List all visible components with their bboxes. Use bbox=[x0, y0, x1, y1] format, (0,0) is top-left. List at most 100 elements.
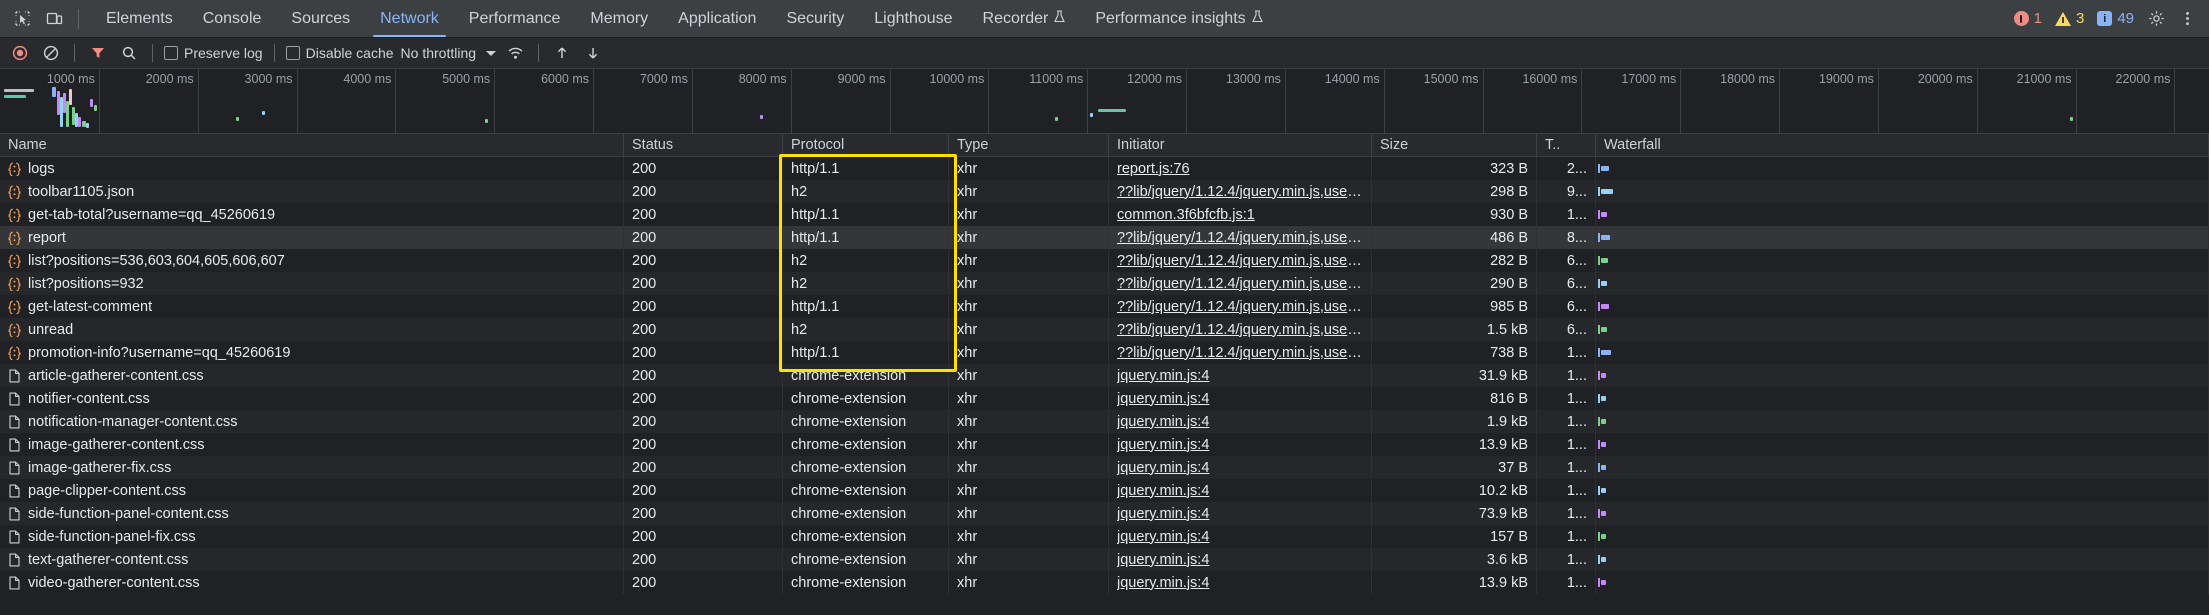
tab-memory[interactable]: Memory bbox=[575, 0, 663, 37]
initiator-link[interactable]: ??lib/jquery/1.12.4/jquery.min.js,user-t… bbox=[1117, 230, 1363, 246]
warning-count-badge[interactable]: 3 bbox=[2050, 10, 2089, 27]
cell-name[interactable]: list?positions=536,603,604,605,606,607 bbox=[0, 249, 624, 272]
clear-icon[interactable] bbox=[39, 42, 63, 64]
cell-name[interactable]: image-gatherer-fix.css bbox=[0, 456, 624, 479]
table-row[interactable]: logs 200 http/1.1 xhr report.js:76 323 B 2... bbox=[0, 156, 2209, 180]
table-row[interactable]: article-gatherer-content.css 200 chrome-ex… bbox=[0, 364, 2209, 387]
cell-initiator[interactable]: ??lib/jquery/1.12.4/jquery.min.js,user-t… bbox=[1108, 226, 1372, 249]
cell-name[interactable]: toolbar1105.json bbox=[0, 180, 624, 203]
more-options-icon[interactable] bbox=[2173, 6, 2201, 32]
column-header-initiator[interactable]: Initiator bbox=[1108, 134, 1372, 157]
info-count-badge[interactable]: i 49 bbox=[2092, 10, 2139, 27]
cell-name[interactable]: text-gatherer-content.css bbox=[0, 548, 624, 571]
column-header-type[interactable]: Type bbox=[948, 134, 1109, 157]
table-row[interactable]: text-gatherer-content.css 200 chrome-exten… bbox=[0, 548, 2209, 571]
cell-initiator[interactable]: jquery.min.js:4 bbox=[1108, 410, 1372, 433]
cell-name[interactable]: page-clipper-content.css bbox=[0, 479, 624, 502]
table-row[interactable]: unread 200 h2 xhr ??lib/jquery/1.12.4/jquery… bbox=[0, 318, 2209, 341]
table-row[interactable]: video-gatherer-content.css 200 chrome-exte… bbox=[0, 571, 2209, 594]
cell-name[interactable]: video-gatherer-content.css bbox=[0, 571, 624, 594]
cell-initiator[interactable]: jquery.min.js:4 bbox=[1108, 479, 1372, 502]
table-row[interactable]: side-function-panel-content.css 200 chrome… bbox=[0, 502, 2209, 525]
table-row[interactable]: list?positions=932 200 h2 xhr ??lib/jquery/1… bbox=[0, 272, 2209, 295]
initiator-link[interactable]: jquery.min.js:4 bbox=[1117, 575, 1363, 591]
initiator-link[interactable]: jquery.min.js:4 bbox=[1117, 437, 1363, 453]
table-row[interactable]: side-function-panel-fix.css 200 chrome-ext… bbox=[0, 525, 2209, 548]
tab-lighthouse[interactable]: Lighthouse bbox=[859, 0, 967, 37]
table-row[interactable]: image-gatherer-fix.css 200 chrome-extensio… bbox=[0, 456, 2209, 479]
column-header-time[interactable]: T.. bbox=[1536, 134, 1596, 157]
export-har-icon[interactable] bbox=[581, 42, 605, 64]
cell-initiator[interactable]: jquery.min.js:4 bbox=[1108, 502, 1372, 525]
initiator-link[interactable]: jquery.min.js:4 bbox=[1117, 506, 1363, 522]
column-header-protocol[interactable]: Protocol bbox=[782, 134, 949, 157]
tab-performance-insights[interactable]: Performance insights bbox=[1080, 0, 1277, 37]
initiator-link[interactable]: ??lib/jquery/1.12.4/jquery.min.js,user-t… bbox=[1117, 322, 1363, 338]
table-row[interactable]: page-clipper-content.css 200 chrome-extens… bbox=[0, 479, 2209, 502]
table-row[interactable]: notifier-content.css 200 chrome-extension x… bbox=[0, 387, 2209, 410]
tab-network[interactable]: Network bbox=[365, 0, 454, 37]
settings-gear-icon[interactable] bbox=[2142, 6, 2170, 32]
initiator-link[interactable]: common.3f6bfcfb.js:1 bbox=[1117, 207, 1363, 223]
tab-application[interactable]: Application bbox=[663, 0, 771, 37]
tab-performance[interactable]: Performance bbox=[454, 0, 576, 37]
tab-console[interactable]: Console bbox=[188, 0, 277, 37]
tab-recorder[interactable]: Recorder bbox=[968, 0, 1081, 37]
table-row[interactable]: get-latest-comment 200 http/1.1 xhr ??lib/jq… bbox=[0, 295, 2209, 318]
cell-initiator[interactable]: jquery.min.js:4 bbox=[1108, 364, 1372, 387]
cell-initiator[interactable]: jquery.min.js:4 bbox=[1108, 456, 1372, 479]
cell-name[interactable]: notification-manager-content.css bbox=[0, 410, 624, 433]
cell-name[interactable]: notifier-content.css bbox=[0, 387, 624, 410]
initiator-link[interactable]: ??lib/jquery/1.12.4/jquery.min.js,user-t… bbox=[1117, 253, 1363, 269]
initiator-link[interactable]: report.js:76 bbox=[1117, 161, 1363, 177]
initiator-link[interactable]: jquery.min.js:4 bbox=[1117, 368, 1363, 384]
table-row[interactable]: toolbar1105.json 200 h2 xhr ??lib/jquery/1.1… bbox=[0, 180, 2209, 203]
initiator-link[interactable]: jquery.min.js:4 bbox=[1117, 529, 1363, 545]
network-conditions-icon[interactable] bbox=[503, 42, 527, 64]
cell-initiator[interactable]: ??lib/jquery/1.12.4/jquery.min.js,user-t… bbox=[1108, 249, 1372, 272]
throttling-select[interactable]: No throttling bbox=[401, 45, 497, 61]
import-har-icon[interactable] bbox=[550, 42, 574, 64]
tab-security[interactable]: Security bbox=[771, 0, 859, 37]
inspect-element-icon[interactable] bbox=[8, 6, 36, 32]
cell-name[interactable]: list?positions=932 bbox=[0, 272, 624, 295]
cell-name[interactable]: side-function-panel-content.css bbox=[0, 502, 624, 525]
column-header-waterfall[interactable]: Waterfall bbox=[1595, 134, 2209, 157]
network-overview-timeline[interactable]: 1000 ms 2000 ms 3000 ms 4000 ms 5000 ms 6000 … bbox=[0, 69, 2209, 134]
cell-initiator[interactable]: report.js:76 bbox=[1108, 156, 1372, 180]
cell-initiator[interactable]: jquery.min.js:4 bbox=[1108, 387, 1372, 410]
cell-initiator[interactable]: ??lib/jquery/1.12.4/jquery.min.js,user-t… bbox=[1108, 272, 1372, 295]
cell-name[interactable]: side-function-panel-fix.css bbox=[0, 525, 624, 548]
filter-icon[interactable] bbox=[86, 42, 110, 64]
tab-sources[interactable]: Sources bbox=[276, 0, 365, 37]
table-row[interactable]: list?positions=536,603,604,605,606,607 20… bbox=[0, 249, 2209, 272]
table-row[interactable]: image-gatherer-content.css 200 chrome-exte… bbox=[0, 433, 2209, 456]
table-row[interactable]: report 200 http/1.1 xhr ??lib/jquery/1.12.4/… bbox=[0, 226, 2209, 249]
cell-initiator[interactable]: jquery.min.js:4 bbox=[1108, 548, 1372, 571]
initiator-link[interactable]: ??lib/jquery/1.12.4/jquery.min.js,user-t… bbox=[1117, 345, 1363, 361]
initiator-link[interactable]: jquery.min.js:4 bbox=[1117, 391, 1363, 407]
initiator-link[interactable]: jquery.min.js:4 bbox=[1117, 460, 1363, 476]
initiator-link[interactable]: ??lib/jquery/1.12.4/jquery.min.js,user-t… bbox=[1117, 184, 1363, 200]
table-row[interactable]: promotion-info?username=qq_45260619 200 ht… bbox=[0, 341, 2209, 364]
cell-initiator[interactable]: jquery.min.js:4 bbox=[1108, 571, 1372, 594]
table-row[interactable]: notification-manager-content.css 200 chrom… bbox=[0, 410, 2209, 433]
device-toolbar-icon[interactable] bbox=[40, 6, 68, 32]
initiator-link[interactable]: ??lib/jquery/1.12.4/jquery.min.js,user-t… bbox=[1117, 299, 1363, 315]
record-stop-icon[interactable] bbox=[8, 42, 32, 64]
disable-cache-checkbox[interactable]: Disable cache bbox=[285, 45, 394, 61]
cell-name[interactable]: promotion-info?username=qq_45260619 bbox=[0, 341, 624, 364]
column-header-status[interactable]: Status bbox=[623, 134, 783, 157]
preserve-log-checkbox[interactable]: Preserve log bbox=[164, 45, 263, 61]
cell-initiator[interactable]: jquery.min.js:4 bbox=[1108, 525, 1372, 548]
cell-name[interactable]: get-tab-total?username=qq_45260619 bbox=[0, 203, 624, 226]
cell-initiator[interactable]: jquery.min.js:4 bbox=[1108, 433, 1372, 456]
network-requests-grid[interactable]: Name Status Protocol Type Initiator Size… bbox=[0, 134, 2209, 615]
column-header-name[interactable]: Name bbox=[0, 134, 624, 157]
initiator-link[interactable]: ??lib/jquery/1.12.4/jquery.min.js,user-t… bbox=[1117, 276, 1363, 292]
initiator-link[interactable]: jquery.min.js:4 bbox=[1117, 414, 1363, 430]
initiator-link[interactable]: jquery.min.js:4 bbox=[1117, 552, 1363, 568]
cell-name[interactable]: image-gatherer-content.css bbox=[0, 433, 624, 456]
search-icon[interactable] bbox=[117, 42, 141, 64]
cell-name[interactable]: get-latest-comment bbox=[0, 295, 624, 318]
